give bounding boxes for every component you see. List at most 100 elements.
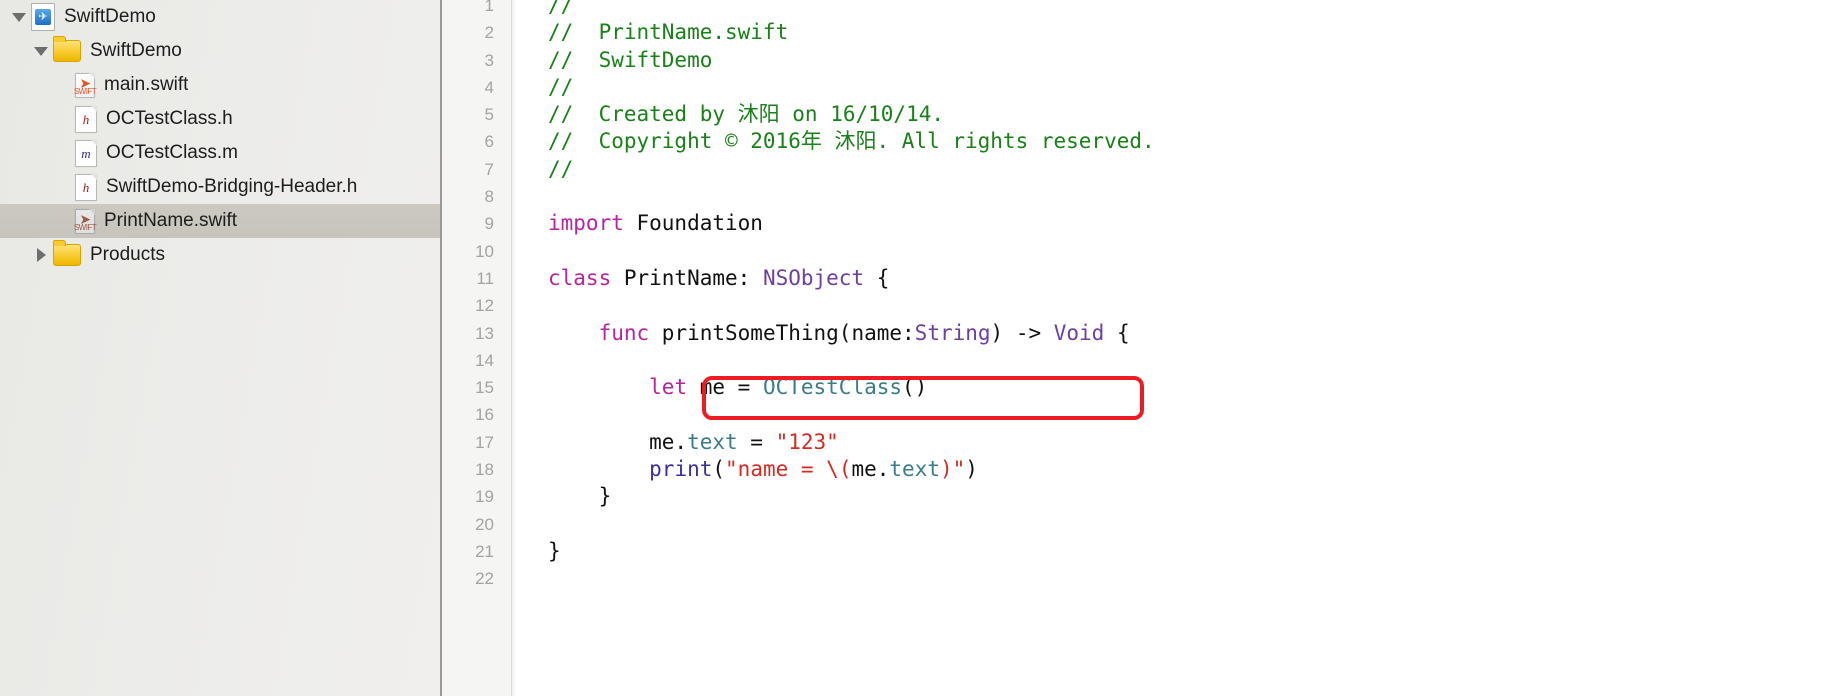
nav-row-label: main.swift [104, 74, 189, 95]
code-text: // Created by 沐阳 on 16/10/14. [500, 101, 944, 128]
nav-row-octestclass-m[interactable]: m OCTestClass.m [0, 136, 440, 170]
code-line[interactable]: 14 [442, 347, 1844, 374]
nav-row-printname-swift[interactable]: ➤ SWIFT PrintName.swift [0, 204, 440, 238]
code-line[interactable]: 8 [442, 183, 1844, 210]
code-line[interactable]: 1 // [442, 0, 1844, 19]
code-line[interactable]: 19 } [442, 483, 1844, 510]
code-token: print [649, 457, 713, 482]
code-text: import Foundation [500, 210, 763, 237]
code-token: let [649, 375, 688, 400]
line-number: 10 [475, 241, 494, 261]
line-number: 17 [475, 432, 494, 452]
code-token: { [1104, 320, 1130, 345]
code-token: class [548, 265, 612, 290]
line-number: 3 [484, 50, 494, 70]
disclosure-right-icon[interactable] [32, 246, 50, 264]
objc-file-icon: m [75, 139, 97, 167]
code-token: // [548, 0, 574, 17]
code-token: me. [851, 457, 890, 482]
line-number: 21 [475, 541, 494, 561]
xcode-window: ✈ SwiftDemo SwiftDemo ➤ SWIFT main.swift h OCTe… [0, 0, 1844, 696]
line-number: 12 [475, 296, 494, 316]
line-number: 7 [484, 159, 494, 179]
code-line[interactable]: 15 let me = OCTestClass() [442, 374, 1844, 401]
code-token: { [864, 265, 890, 290]
line-number: 9 [484, 214, 494, 234]
disclosure-down-icon[interactable] [10, 8, 28, 26]
line-number: 19 [475, 487, 494, 507]
nav-row-products[interactable]: Products [0, 238, 440, 272]
line-number: 14 [475, 350, 494, 370]
line-number: 13 [475, 323, 494, 343]
disclosure-down-icon[interactable] [32, 42, 50, 60]
code-token: = [737, 429, 776, 454]
source-code-editor[interactable]: 1 // 2 // PrintName.swift 3 // SwiftDemo 4 // 5 /… [442, 0, 1844, 696]
code-token: } [548, 538, 561, 563]
code-lines[interactable]: 1 // 2 // PrintName.swift 3 // SwiftDemo 4 // 5 /… [442, 0, 1844, 593]
code-token: ) [965, 457, 978, 482]
nav-row-swiftdemo[interactable]: SwiftDemo [0, 34, 440, 68]
code-token: ) -> [990, 320, 1054, 345]
code-text: func printSomeThing(name:String) -> Void… [500, 320, 1130, 347]
code-token: // PrintName.swift [548, 20, 789, 45]
code-line[interactable]: 4 // [442, 74, 1844, 101]
code-text: let me = OCTestClass() [500, 374, 927, 401]
code-text: } [500, 538, 561, 565]
code-token: Foundation [623, 211, 763, 236]
code-line[interactable]: 2 // PrintName.swift [442, 19, 1844, 46]
code-token: text [687, 429, 738, 454]
code-line[interactable]: 6 // Copyright © 2016年 沐阳. All rights res… [442, 128, 1844, 155]
nav-row-main-swift[interactable]: ➤ SWIFT main.swift [0, 68, 440, 102]
nav-row-swiftdemo[interactable]: ✈ SwiftDemo [0, 0, 440, 34]
code-token: printSomeThing(name: [649, 320, 915, 345]
code-line[interactable]: 5 // Created by 沐阳 on 16/10/14. [442, 101, 1844, 128]
code-line[interactable]: 12 [442, 292, 1844, 319]
project-navigator[interactable]: ✈ SwiftDemo SwiftDemo ➤ SWIFT main.swift h OCTe… [0, 0, 440, 696]
code-token: // Created by 沐阳 on 16/10/14. [548, 102, 945, 127]
line-number: 4 [484, 77, 494, 97]
nav-row-label: OCTestClass.h [106, 108, 233, 129]
code-text: me.text = "123" [500, 429, 839, 456]
code-line[interactable]: 7 // [442, 156, 1844, 183]
code-line[interactable]: 17 me.text = "123" [442, 429, 1844, 456]
code-token: ( [712, 457, 726, 482]
line-number: 11 [476, 268, 494, 288]
code-token: "name = \( [725, 457, 852, 482]
code-token: // SwiftDemo [548, 47, 713, 72]
code-line[interactable]: 16 [442, 401, 1844, 428]
code-line[interactable]: 3 // SwiftDemo [442, 47, 1844, 74]
code-line[interactable]: 9 import Foundation [442, 210, 1844, 237]
code-token: // Copyright © 2016年 沐阳. All rights rese… [548, 129, 1155, 154]
line-number: 6 [484, 132, 494, 152]
line-number: 22 [475, 569, 494, 589]
swift-file-icon: ➤ SWIFT [73, 72, 97, 98]
code-text: // [500, 0, 573, 19]
code-token: // [548, 156, 574, 181]
code-line[interactable]: 21} [442, 538, 1844, 565]
header-file-icon: h [75, 105, 97, 133]
swift-file-icon: ➤ SWIFT [73, 208, 97, 234]
code-token: )" [939, 457, 966, 482]
code-line[interactable]: 20 [442, 511, 1844, 538]
nav-row-label: SwiftDemo-Bridging-Header.h [106, 176, 358, 197]
code-line[interactable]: 11 class PrintName: NSObject { [442, 265, 1844, 292]
line-number: 2 [484, 23, 494, 43]
code-text: print("name = \(me.text)") [500, 456, 978, 483]
code-line[interactable]: 13 func printSomeThing(name:String) -> V… [442, 320, 1844, 347]
code-text: // Copyright © 2016年 沐阳. All rights rese… [500, 128, 1155, 155]
code-token: "123" [775, 429, 839, 454]
nav-row-label: OCTestClass.m [106, 142, 238, 163]
nav-row-octestclass-h[interactable]: h OCTestClass.h [0, 102, 440, 136]
line-number: 15 [475, 378, 494, 398]
nav-row-swiftdemo-bridging-header-h[interactable]: h SwiftDemo-Bridging-Header.h [0, 170, 440, 204]
code-token: () [902, 375, 928, 400]
code-token: } [548, 484, 612, 509]
code-token: text [889, 457, 940, 482]
code-line[interactable]: 10 [442, 238, 1844, 265]
line-number: 16 [475, 405, 494, 425]
code-line[interactable]: 18 print("name = \(me.text)") [442, 456, 1844, 483]
code-line[interactable]: 22 [442, 565, 1844, 592]
